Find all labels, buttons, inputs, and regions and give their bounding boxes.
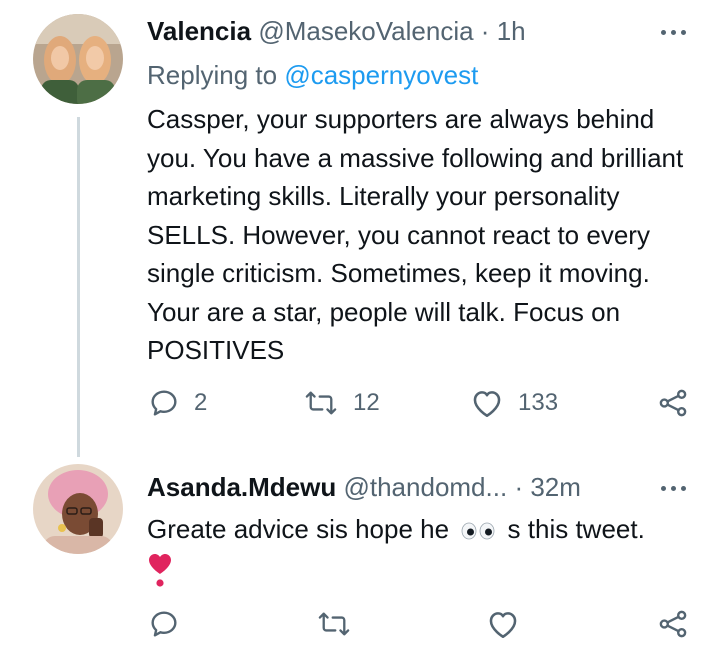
replying-mention-link[interactable]: @caspernyovest bbox=[284, 60, 478, 90]
user-handle[interactable]: @MasekoValencia bbox=[258, 16, 473, 46]
timestamp[interactable]: 32m bbox=[530, 472, 581, 502]
display-name[interactable]: Asanda.Mdewu bbox=[147, 472, 336, 502]
separator-dot: · bbox=[480, 16, 490, 46]
tweet-text: Greate advice sis hope he s this tweet. bbox=[147, 510, 692, 599]
like-button[interactable] bbox=[486, 608, 520, 640]
tweet-actions: 2 12 133 bbox=[0, 387, 720, 427]
more-icon bbox=[671, 30, 676, 35]
retweet-icon bbox=[305, 391, 337, 415]
more-icon bbox=[661, 486, 666, 491]
tweet-text-end: s this tweet. bbox=[507, 514, 645, 544]
reply-icon bbox=[151, 611, 177, 637]
heart-exclamation-emoji bbox=[147, 552, 692, 599]
tweet-asanda[interactable]: Asanda.Mdewu @thandomd... · 32m Greate a… bbox=[0, 460, 720, 639]
eyes-emoji bbox=[460, 512, 496, 551]
avatar-image bbox=[33, 14, 123, 104]
retweet-button[interactable] bbox=[316, 608, 352, 640]
tweet-text-start: Greate advice sis hope he bbox=[147, 514, 450, 544]
more-icon bbox=[681, 30, 686, 35]
avatar[interactable] bbox=[33, 14, 123, 104]
more-icon bbox=[671, 486, 676, 491]
more-options-button[interactable] bbox=[661, 486, 686, 491]
retweet-button[interactable]: 12 bbox=[303, 387, 380, 419]
more-icon bbox=[661, 30, 666, 35]
reply-icon bbox=[151, 390, 177, 416]
reply-count: 2 bbox=[194, 389, 208, 416]
share-button[interactable] bbox=[656, 387, 690, 419]
heart-icon bbox=[489, 612, 517, 639]
avatar[interactable] bbox=[33, 464, 123, 554]
more-icon bbox=[681, 486, 686, 491]
heart-icon bbox=[473, 391, 501, 418]
replying-label: Replying to bbox=[147, 60, 285, 90]
avatar-image bbox=[33, 464, 123, 554]
tweet-header: Asanda.Mdewu @thandomd... · 32m bbox=[147, 472, 581, 502]
tweet-text: Cassper, your supporters are always behi… bbox=[147, 104, 684, 365]
retweet-count: 12 bbox=[353, 389, 380, 416]
like-count: 133 bbox=[518, 389, 559, 416]
share-button[interactable] bbox=[656, 608, 690, 640]
reply-button[interactable] bbox=[148, 608, 180, 640]
heart-exclamation-icon bbox=[149, 554, 171, 587]
display-name[interactable]: Valencia bbox=[147, 16, 251, 46]
replying-to: Replying to @caspernyovest bbox=[147, 60, 478, 90]
reply-button[interactable]: 2 bbox=[148, 387, 207, 419]
more-options-button[interactable] bbox=[661, 30, 686, 35]
share-icon bbox=[659, 610, 687, 638]
timestamp[interactable]: 1h bbox=[497, 16, 526, 46]
tweet-actions bbox=[0, 608, 720, 648]
retweet-icon bbox=[318, 612, 350, 636]
separator-dot: · bbox=[514, 472, 524, 502]
user-handle[interactable]: @thandomd... bbox=[343, 472, 507, 502]
share-icon bbox=[659, 389, 687, 417]
like-button[interactable]: 133 bbox=[470, 387, 558, 419]
tweet-header: Valencia @MasekoValencia · 1h bbox=[147, 16, 526, 46]
tweet-valencia[interactable]: Valencia @MasekoValencia · 1h Replying t… bbox=[0, 0, 720, 460]
